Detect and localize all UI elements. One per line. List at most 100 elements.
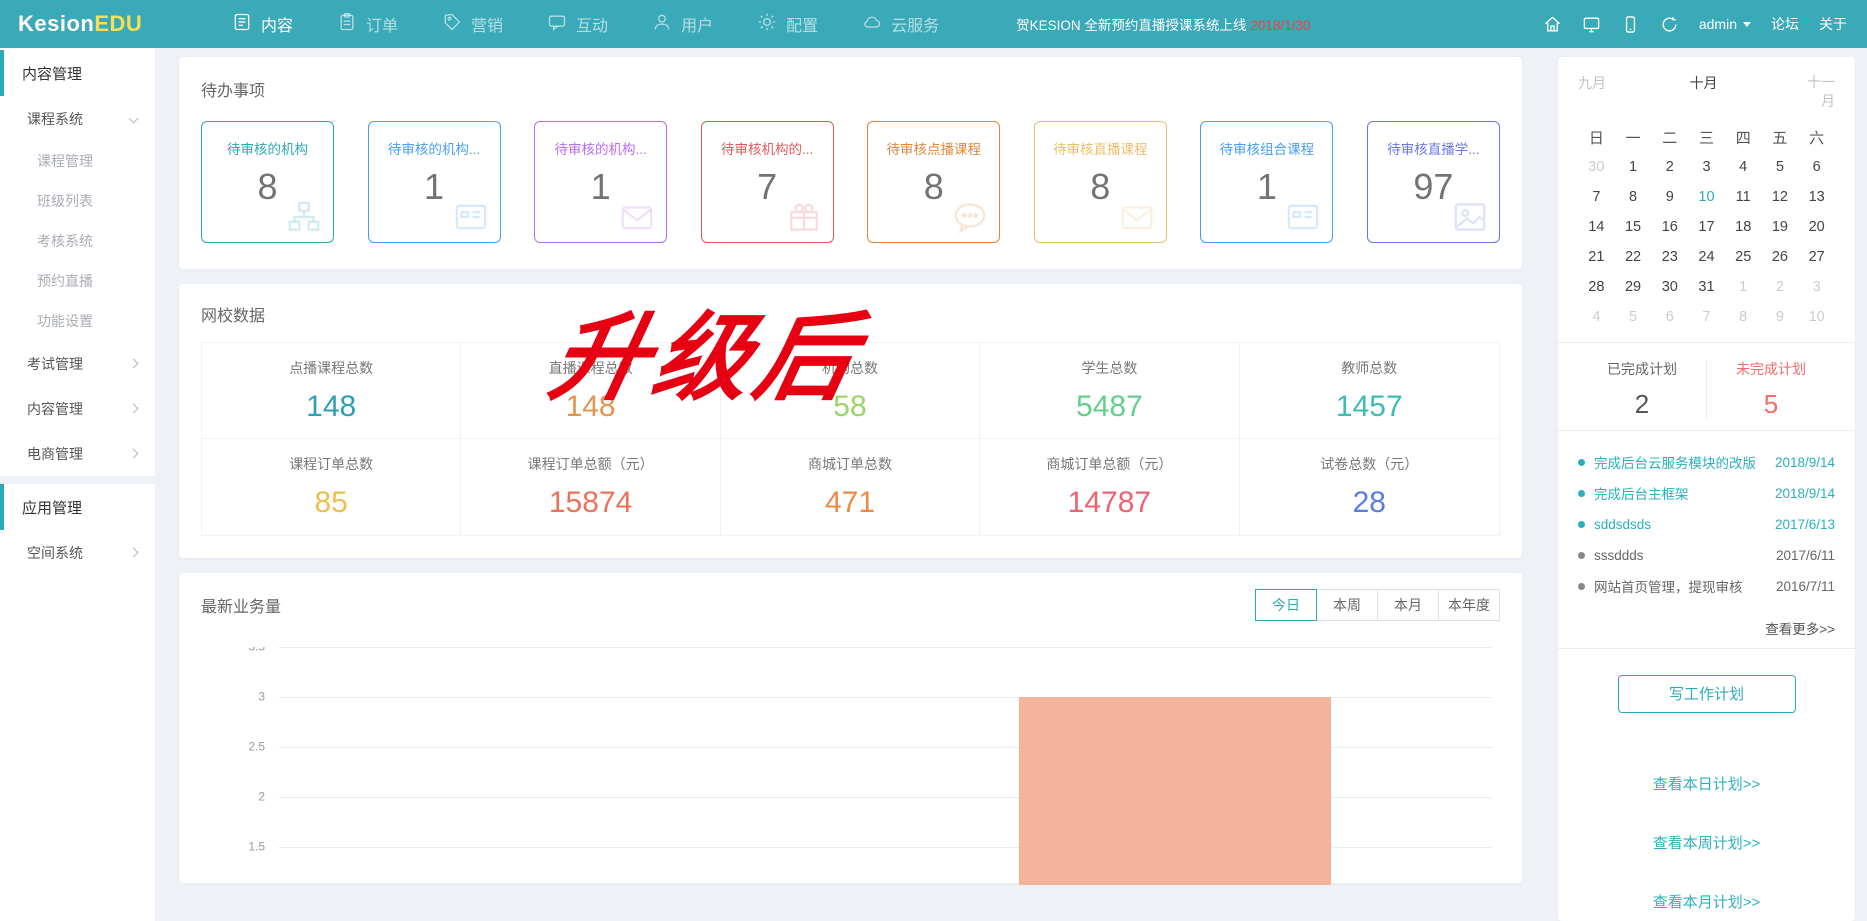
tab-this-week[interactable]: 本周 [1316, 589, 1378, 621]
desktop-icon[interactable] [1582, 15, 1601, 34]
calendar-day[interactable]: 7 [1578, 182, 1615, 212]
calendar-day[interactable]: 9 [1651, 182, 1688, 212]
calendar-day[interactable]: 2 [1651, 152, 1688, 182]
top-menu-cloud[interactable]: 云服务 [840, 0, 961, 48]
top-menu-interaction[interactable]: 互动 [525, 0, 630, 48]
refresh-icon[interactable] [1660, 15, 1679, 34]
sidebar-item-class-list[interactable]: 班级列表 [0, 181, 155, 221]
calendar-day[interactable]: 20 [1798, 212, 1835, 242]
stat-org-total: 机构总数58 [721, 343, 980, 439]
stat-student-total: 学生总数5487 [980, 343, 1239, 439]
y-axis-tick: 1.5 [201, 839, 265, 853]
task-item[interactable]: sddsdsds 2017/6/13 [1578, 509, 1835, 540]
sidebar-item-space-system[interactable]: 空间系统 [0, 530, 155, 575]
todo-card-pending-vod-courses[interactable]: 待审核点播课程 8 [867, 121, 1000, 243]
calendar-day[interactable]: 18 [1725, 212, 1762, 242]
sidebar-item-assessment-system[interactable]: 考核系统 [0, 221, 155, 261]
tab-today[interactable]: 今日 [1255, 589, 1317, 621]
home-icon[interactable] [1543, 15, 1562, 34]
calendar-day[interactable]: 24 [1688, 242, 1725, 272]
calendar-day[interactable]: 16 [1651, 212, 1688, 242]
calendar-day[interactable]: 8 [1615, 182, 1652, 212]
view-week-plan-link[interactable]: 查看本周计划>> [1578, 832, 1835, 853]
todo-card-pending-live-courses[interactable]: 待审核直播课程 8 [1034, 121, 1167, 243]
top-menu-users[interactable]: 用户 [630, 0, 735, 48]
calendar-next-month[interactable]: 十一月 [1801, 73, 1835, 111]
view-month-plan-link[interactable]: 查看本月计划>> [1578, 891, 1835, 912]
calendar-day[interactable]: 27 [1798, 242, 1835, 272]
chevron-right-icon [129, 359, 139, 369]
top-menu-settings[interactable]: 配置 [735, 0, 840, 48]
calendar-day[interactable]: 9 [1762, 302, 1799, 332]
todo-card-pending-live-students[interactable]: 待审核直播学... 97 [1367, 121, 1500, 243]
calendar-day[interactable]: 1 [1725, 272, 1762, 302]
calendar-day[interactable]: 30 [1578, 152, 1615, 182]
bar-chart: 3.5 3 2.5 2 1.5 [201, 647, 1500, 885]
calendar-day[interactable]: 11 [1725, 182, 1762, 212]
mobile-icon[interactable] [1621, 15, 1640, 34]
sidebar-item-course-mgmt[interactable]: 课程管理 [0, 141, 155, 181]
calendar-day[interactable]: 2 [1762, 272, 1799, 302]
calendar-day[interactable]: 8 [1725, 302, 1762, 332]
calendar-day[interactable]: 5 [1762, 152, 1799, 182]
calendar-day[interactable]: 23 [1651, 242, 1688, 272]
calendar-day[interactable]: 22 [1615, 242, 1652, 272]
calendar-day[interactable]: 3 [1688, 152, 1725, 182]
calendar-day[interactable]: 6 [1798, 152, 1835, 182]
user-dropdown[interactable]: admin [1699, 16, 1751, 32]
tab-this-year[interactable]: 本年度 [1438, 589, 1500, 621]
calendar-day[interactable]: 31 [1688, 272, 1725, 302]
calendar-day[interactable]: 3 [1798, 272, 1835, 302]
calendar-day[interactable]: 21 [1578, 242, 1615, 272]
sidebar-section-content-mgmt[interactable]: 内容管理 [0, 50, 155, 96]
todo-card-pending-combo-courses[interactable]: 待审核组合课程 1 [1200, 121, 1333, 243]
sidebar-item-feature-settings[interactable]: 功能设置 [0, 301, 155, 341]
calendar-day[interactable]: 26 [1762, 242, 1799, 272]
mail-icon [1116, 198, 1158, 236]
calendar-day[interactable]: 4 [1725, 152, 1762, 182]
calendar-day[interactable]: 4 [1578, 302, 1615, 332]
todo-card-pending-orgs[interactable]: 待审核的机构 8 [201, 121, 334, 243]
view-today-plan-link[interactable]: 查看本日计划>> [1578, 773, 1835, 794]
sidebar-item-live-booking[interactable]: 预约直播 [0, 261, 155, 301]
calendar-day[interactable]: 10 [1798, 302, 1835, 332]
calendar-day[interactable]: 13 [1798, 182, 1835, 212]
write-plan-button[interactable]: 写工作计划 [1618, 675, 1796, 713]
calendar-day[interactable]: 30 [1651, 272, 1688, 302]
todo-card-pending-org-2[interactable]: 待审核的机构... 1 [368, 121, 501, 243]
sidebar-item-ecommerce-mgmt[interactable]: 电商管理 [0, 431, 155, 476]
calendar-day[interactable]: 15 [1615, 212, 1652, 242]
top-menu-marketing[interactable]: 营销 [420, 0, 525, 48]
calendar-day[interactable]: 6 [1651, 302, 1688, 332]
bullet-icon [1578, 490, 1585, 497]
calendar-day[interactable]: 17 [1688, 212, 1725, 242]
calendar-prev-month[interactable]: 九月 [1578, 73, 1606, 93]
sidebar-item-course-system[interactable]: 课程系统 [0, 96, 155, 141]
task-item[interactable]: 网站首页管理，提现审核 2016/7/11 [1578, 571, 1835, 602]
calendar-day[interactable]: 14 [1578, 212, 1615, 242]
about-link[interactable]: 关于 [1819, 14, 1847, 34]
calendar-day[interactable]: 1 [1615, 152, 1652, 182]
sidebar-item-exam-mgmt[interactable]: 考试管理 [0, 341, 155, 386]
tab-this-month[interactable]: 本月 [1377, 589, 1439, 621]
forum-link[interactable]: 论坛 [1771, 14, 1799, 34]
sidebar-item-content-mgmt[interactable]: 内容管理 [0, 386, 155, 431]
top-menu-content[interactable]: 内容 [210, 0, 315, 48]
todo-card-pending-org-items[interactable]: 待审核机构的... 7 [701, 121, 834, 243]
announcement-date: 2018/1/30 [1250, 18, 1310, 33]
top-menu-orders[interactable]: 订单 [315, 0, 420, 48]
calendar-day[interactable]: 7 [1688, 302, 1725, 332]
task-item[interactable]: 完成后台主框架 2018/9/14 [1578, 478, 1835, 509]
calendar-day[interactable]: 12 [1762, 182, 1799, 212]
calendar-day[interactable]: 29 [1615, 272, 1652, 302]
calendar-day[interactable]: 5 [1615, 302, 1652, 332]
task-item[interactable]: sssddds 2017/6/11 [1578, 540, 1835, 571]
task-item[interactable]: 完成后台云服务模块的改版 2018/9/14 [1578, 447, 1835, 478]
calendar-day[interactable]: 25 [1725, 242, 1762, 272]
see-more-link[interactable]: 查看更多>> [1578, 618, 1835, 638]
sidebar-section-app-mgmt[interactable]: 应用管理 [0, 484, 155, 530]
calendar-day[interactable]: 19 [1762, 212, 1799, 242]
calendar-day-today[interactable]: 10 [1688, 182, 1725, 212]
calendar-day[interactable]: 28 [1578, 272, 1615, 302]
todo-card-pending-org-3[interactable]: 待审核的机构... 1 [534, 121, 667, 243]
